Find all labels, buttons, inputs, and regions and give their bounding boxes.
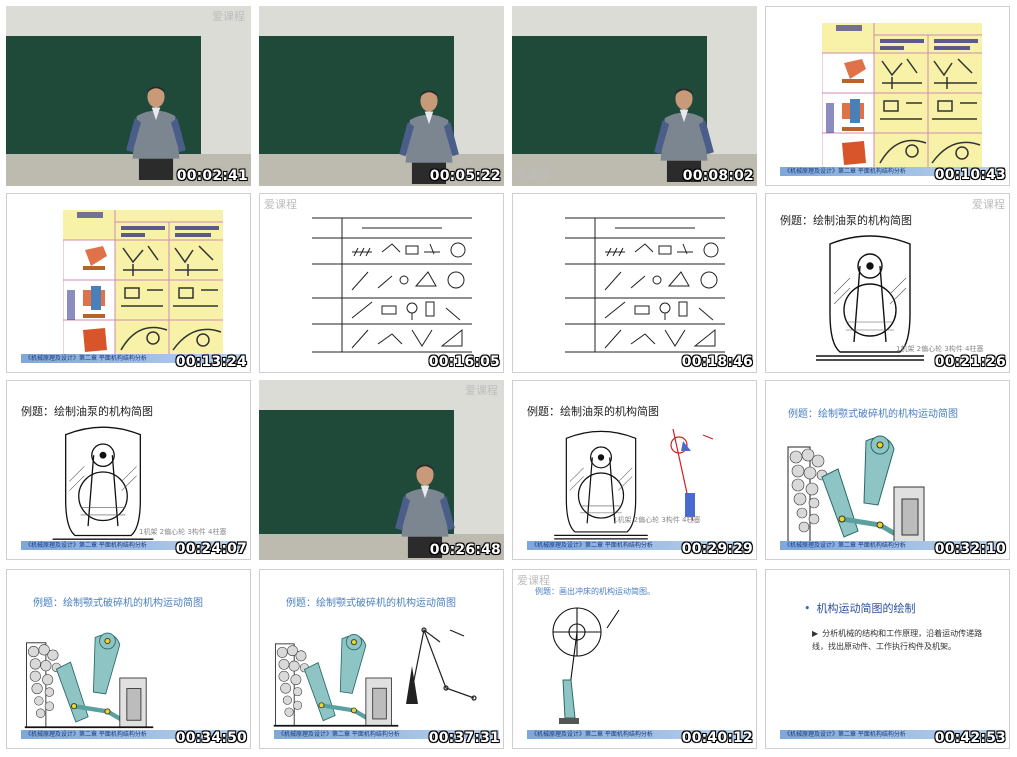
- timestamp: 00:18:46: [681, 354, 753, 370]
- timestamp: 00:08:02: [682, 168, 754, 184]
- timestamp: 00:10:43: [934, 167, 1006, 183]
- thumbnail[interactable]: 例题：绘制颚式破碎机的机构运动简图 《机械原理及设计》第二章 平面机构结构分析 …: [259, 569, 504, 749]
- watermark: 爱课程: [212, 10, 245, 23]
- thumbnail[interactable]: 爱课程 00:08:02: [512, 6, 757, 186]
- thumbnail[interactable]: 00:05:22: [259, 6, 504, 186]
- thumbnail[interactable]: 例题：绘制油泵的机构简图 爱课程 1机架 2偏心轮 3构件 4柱塞 00:21:…: [765, 193, 1010, 373]
- thumbnail[interactable]: 例题：绘制颚式破碎机的机构运动简图 《机械原理及设计》第二章 平面机构结构分析 …: [6, 569, 251, 749]
- jaw-crusher-with-diagram-figure: [260, 627, 477, 749]
- thumbnail[interactable]: 00:18:46: [512, 193, 757, 373]
- punch-press-figure: [552, 607, 620, 724]
- timestamp: 00:26:48: [429, 542, 501, 558]
- timestamp: 00:42:53: [934, 730, 1006, 746]
- thumbnail-grid: 爱课程 00:02:41 00:05:22 爱课程 00:08:02 《机械原理…: [0, 0, 1017, 757]
- watermark: 爱课程: [972, 198, 1005, 211]
- thumbnail[interactable]: 爱课程 00:26:48: [259, 380, 504, 560]
- timestamp: 00:13:24: [175, 354, 247, 370]
- timestamp: 00:16:05: [428, 354, 500, 370]
- classroom-video-frame: [512, 6, 757, 186]
- classroom-video-frame: [6, 6, 251, 186]
- classroom-video-frame: [259, 380, 504, 560]
- timestamp: 00:40:12: [681, 730, 753, 746]
- thumbnail[interactable]: 爱课程 00:02:41: [6, 6, 251, 186]
- figure-part-labels: 1机架 2偏心轮 3构件 4柱塞: [613, 516, 701, 524]
- jaw-crusher-figure: [766, 381, 1010, 560]
- figure-part-labels: 1机架 2偏心轮 3构件 4柱塞: [139, 528, 227, 536]
- motion-symbols-figure: [565, 217, 725, 353]
- slide-heading: • 机构运动简图的绘制: [804, 602, 916, 615]
- watermark: 爱课程: [264, 198, 297, 211]
- thumbnail[interactable]: 例题：绘制油泵的机构简图 1机架 2偏心轮 3构件 4柱塞 《机械原理及设计》第…: [6, 380, 251, 560]
- motion-symbols-figure: [312, 217, 472, 353]
- watermark: 爱课程: [465, 384, 498, 397]
- classroom-video-frame: [259, 6, 504, 186]
- timestamp: 00:21:26: [934, 354, 1006, 370]
- timestamp: 00:37:31: [428, 730, 500, 746]
- timestamp: 00:02:41: [176, 168, 248, 184]
- oil-pump-with-diagram-figure: [553, 428, 714, 540]
- timestamp: 00:32:10: [934, 541, 1006, 557]
- figure-part-labels: 1机架 2偏心轮 3构件 4柱塞: [896, 345, 984, 353]
- symbol-table-figure: [822, 23, 982, 173]
- thumbnail[interactable]: 《机械原理及设计》第二章 平面机构结构分析 00:13:24: [6, 193, 251, 373]
- thumbnail[interactable]: 《机械原理及设计》第二章 平面机构结构分析 00:10:43: [765, 6, 1010, 186]
- thumbnail[interactable]: 例题：绘制油泵的机构简图 1机架 2偏心轮 3构件 4柱塞 《机械原理及设计》第…: [512, 380, 757, 560]
- thumbnail[interactable]: 爱课程 00:16:05: [259, 193, 504, 373]
- jaw-crusher-figure: [7, 570, 251, 749]
- watermark: 爱课程: [516, 168, 549, 181]
- timestamp: 00:29:29: [681, 541, 753, 557]
- watermark: 爱课程: [517, 574, 550, 587]
- symbol-table-figure: [63, 210, 223, 360]
- timestamp: 00:05:22: [429, 168, 501, 184]
- thumbnail[interactable]: 爱课程 例题：画出冲床的机构运动简图。 《机械原理及设计》第二章 平面机构结构分…: [512, 569, 757, 749]
- thumbnail[interactable]: 例题：绘制颚式破碎机的机构运动简图 《机械原理及设计》第二章 平面机构结构分析 …: [765, 380, 1010, 560]
- thumbnail[interactable]: • 机构运动简图的绘制 ▶ 分析机械的结构和工作原理，沿着运动传递路线，找出原动件、…: [765, 569, 1010, 749]
- timestamp: 00:24:07: [175, 541, 247, 557]
- timestamp: 00:34:50: [175, 730, 247, 746]
- slide-body-text: ▶ 分析机械的结构和工作原理，沿着运动传递路线，找出原动件、工作执行构件及机架。: [812, 629, 983, 651]
